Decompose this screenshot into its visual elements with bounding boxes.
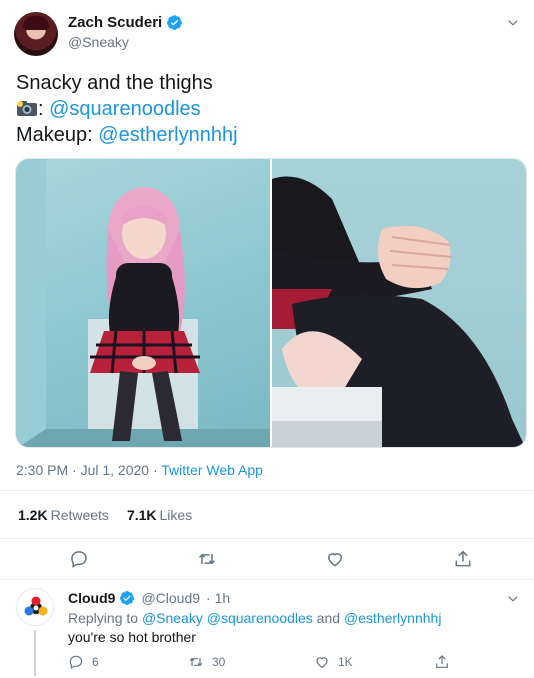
reply-avatar[interactable] (16, 588, 54, 626)
chevron-down-icon[interactable] (506, 16, 520, 30)
reply-time[interactable]: · 1h (206, 590, 230, 606)
reply-text: you're so hot brother (68, 629, 196, 645)
tweet-stats: 1.2K Retweets 7.1K Likes (18, 507, 192, 523)
reply-likes-count: 1K (338, 655, 353, 669)
tweet-text-line-2-prefix: : (38, 98, 50, 120)
reply-icon (69, 655, 83, 670)
author-display-name[interactable]: Zach Scuderi (68, 14, 162, 31)
reply-button[interactable] (64, 544, 94, 574)
author-avatar[interactable] (14, 12, 58, 56)
share-icon (455, 550, 471, 567)
divider (0, 490, 534, 491)
replying-to-and: and (312, 610, 344, 626)
verified-badge-icon (167, 15, 183, 30)
divider (0, 538, 534, 539)
tweet-text: Snacky and the thighs : @squarenoodles M… (16, 70, 238, 148)
tweet-source[interactable]: Twitter Web App (161, 462, 263, 478)
replying-to: Replying to @Sneaky @squarenoodles and @… (68, 610, 441, 626)
reply-retweets-count: 30 (212, 655, 226, 669)
retweet-button[interactable] (192, 544, 222, 574)
chevron-down-icon[interactable] (506, 592, 520, 606)
reply-replies-count: 6 (92, 655, 99, 669)
like-button[interactable] (320, 544, 350, 574)
reply-actions: 6 30 1K (68, 654, 468, 674)
tweet-media (15, 158, 527, 448)
verified-badge-icon (120, 591, 135, 605)
heart-icon (327, 553, 343, 567)
photo-closeup-hands-knees-icon (272, 176, 526, 447)
retweets-label: Retweets (50, 507, 109, 523)
reply-header: Cloud9 @Cloud9 · 1h (68, 590, 230, 606)
reply-display-name[interactable]: Cloud9 (68, 590, 115, 606)
tweet: Zach Scuderi @Sneaky Snacky and the thig… (0, 0, 534, 580)
tweet-text-line-1: Snacky and the thighs (16, 72, 213, 94)
reply-handle[interactable]: @Cloud9 (141, 590, 200, 606)
tweet-timestamp[interactable]: 2:30 PM · Jul 1, 2020 (16, 462, 149, 478)
author-handle[interactable]: @Sneaky (68, 34, 129, 50)
heart-icon (316, 657, 328, 669)
retweets-stat[interactable]: 1.2K Retweets (18, 507, 109, 523)
media-photo-2[interactable] (272, 159, 526, 447)
thread-line (34, 630, 36, 676)
media-photo-1[interactable] (16, 159, 270, 447)
share-icon (436, 655, 448, 668)
mention-squarenoodles[interactable]: @squarenoodles (49, 98, 201, 120)
reply-reply-button[interactable]: 6 (68, 654, 99, 670)
likes-count: 7.1K (126, 507, 157, 523)
meta-separator: · (149, 462, 162, 478)
divider (0, 579, 534, 580)
reply-retweet-button[interactable]: 30 (188, 654, 225, 670)
tweet-actions (0, 544, 534, 576)
retweet-icon (198, 553, 216, 565)
replying-to-prefix: Replying to (68, 610, 142, 626)
cloud9-logo-icon (24, 596, 48, 616)
author-name-row: Zach Scuderi (68, 14, 183, 31)
tweet-meta: 2:30 PM · Jul 1, 2020 · Twitter Web App (16, 462, 263, 478)
replying-to-last-mention[interactable]: @estherlynnhhj (344, 610, 442, 626)
reply-like-button[interactable]: 1K (314, 654, 353, 670)
replying-to-mentions[interactable]: @Sneaky @squarenoodles (142, 610, 313, 626)
camera-flash-icon (16, 98, 38, 116)
retweets-count: 1.2K (18, 507, 48, 523)
retweet-icon (189, 657, 203, 667)
reply-share-button[interactable] (434, 654, 450, 670)
reply-icon (71, 551, 87, 568)
reply-tweet[interactable]: Cloud9 @Cloud9 · 1h Replying to @Sneaky … (0, 582, 534, 678)
tweet-text-line-3-prefix: Makeup: (16, 124, 99, 146)
photo-cosplayer-seated-icon (16, 159, 270, 447)
likes-stat[interactable]: 7.1K Likes (127, 507, 192, 523)
tweet-text-line-3: Makeup: @estherlynnhhj (16, 122, 238, 148)
share-button[interactable] (448, 544, 478, 574)
likes-label: Likes (159, 507, 193, 523)
tweet-text-line-2: : @squarenoodles (16, 96, 238, 122)
mention-estherlynnhhj[interactable]: @estherlynnhhj (98, 124, 237, 146)
